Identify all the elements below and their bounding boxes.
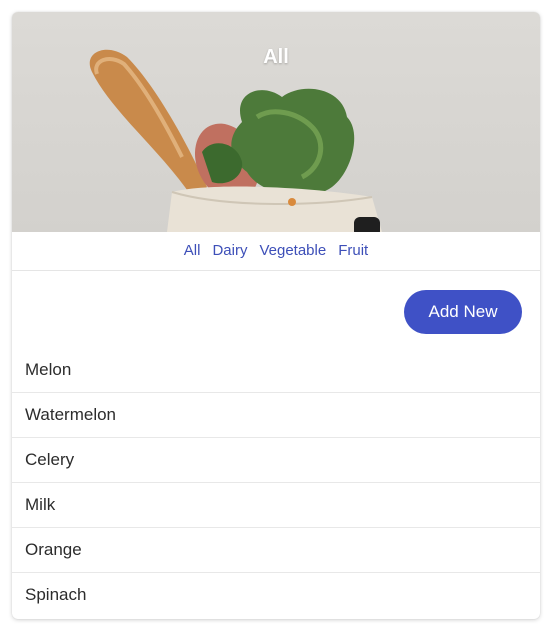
tab-all[interactable]: All [178,242,207,259]
tabs-group: All Dairy Vegetable Fruit [177,232,375,271]
category-tabs: All Dairy Vegetable Fruit [12,232,540,271]
grocery-card: All All Dairy Vegetable Fruit Add New Me… [12,12,540,619]
item-list: Melon Watermelon Celery Milk Orange Spin… [12,348,540,617]
list-item[interactable]: Spinach [12,572,540,617]
actions-bar: Add New [12,271,540,348]
hero-banner: All [12,12,540,232]
list-item[interactable]: Watermelon [12,392,540,437]
tab-vegetable[interactable]: Vegetable [253,242,332,259]
list-item[interactable]: Orange [12,527,540,572]
hero-title: All [263,46,289,68]
list-item[interactable]: Melon [12,348,540,392]
tab-dairy[interactable]: Dairy [206,242,253,259]
list-item[interactable]: Celery [12,437,540,482]
add-new-button[interactable]: Add New [404,290,522,334]
grocery-bag-image [89,49,382,232]
tab-fruit[interactable]: Fruit [332,242,374,259]
list-item[interactable]: Milk [12,482,540,527]
